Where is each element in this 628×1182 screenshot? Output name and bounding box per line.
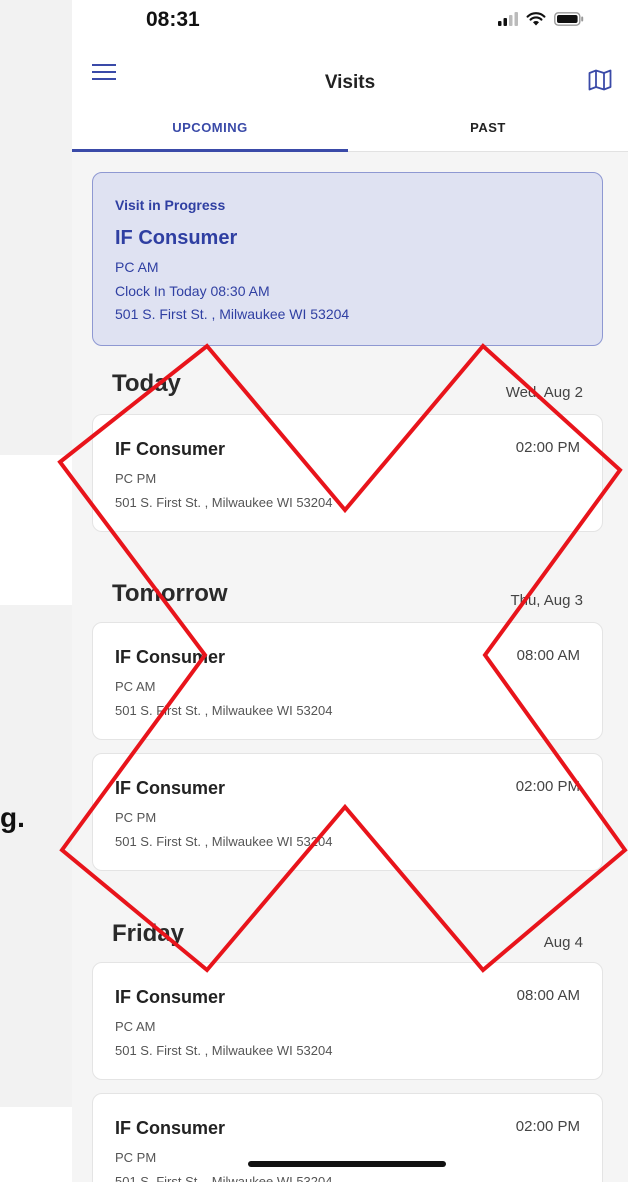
background-panel <box>0 0 72 455</box>
status-icons <box>498 12 584 26</box>
background-panel <box>0 605 72 1107</box>
section-heading-today: Today <box>112 370 181 397</box>
visit-client: IF Consumer <box>115 647 226 667</box>
section-date-tomorrow: Thu, Aug 3 <box>510 592 583 609</box>
active-tab-indicator <box>72 149 348 152</box>
section-date-today: Wed, Aug 2 <box>505 384 583 401</box>
visit-address: 501 S. First St. , Milwaukee WI 53204 <box>115 834 333 849</box>
background-document: g. <box>0 0 72 1182</box>
visit-client: IF Consumer <box>115 987 226 1007</box>
status-time: 08:31 <box>146 8 200 31</box>
home-indicator[interactable] <box>248 1161 446 1167</box>
visit-service: PC PM <box>115 471 157 486</box>
in-progress-service: PC AM <box>115 259 159 275</box>
phone-screen: 08:31 Visits UPCOMING PAST Visit in Prog… <box>72 0 628 1182</box>
in-progress-address: 501 S. First St. , Milwaukee WI 53204 <box>115 306 350 322</box>
visit-card[interactable]: IF Consumer 02:00 PM PC PM 501 S. First … <box>92 753 603 871</box>
status-bar: 08:31 <box>72 0 628 44</box>
visit-card[interactable]: IF Consumer 02:00 PM PC PM 501 S. First … <box>92 1093 603 1182</box>
tab-upcoming[interactable]: UPCOMING <box>72 120 348 135</box>
visit-service: PC AM <box>115 1019 156 1034</box>
visit-address: 501 S. First St. , Milwaukee WI 53204 <box>115 495 333 510</box>
in-progress-clock-in: Clock In Today 08:30 AM <box>115 283 270 299</box>
map-icon[interactable] <box>588 69 612 91</box>
background-panel <box>0 455 72 605</box>
section-date-friday: Aug 4 <box>543 934 583 951</box>
battery-icon <box>554 12 584 26</box>
visit-client: IF Consumer <box>115 439 226 459</box>
page-title: Visits <box>324 72 376 93</box>
visit-time: 02:00 PM <box>515 1118 580 1135</box>
visit-address: 501 S. First St. , Milwaukee WI 53204 <box>115 1174 333 1182</box>
visit-time: 02:00 PM <box>515 439 580 456</box>
visit-time: 08:00 AM <box>516 647 580 664</box>
tab-past[interactable]: PAST <box>348 120 628 135</box>
wifi-icon <box>526 12 546 26</box>
background-text-fragment: g. <box>0 802 25 833</box>
visit-card[interactable]: IF Consumer 08:00 AM PC AM 501 S. First … <box>92 622 603 740</box>
visit-card[interactable]: IF Consumer 08:00 AM PC AM 501 S. First … <box>92 962 603 1080</box>
in-progress-label: Visit in Progress <box>115 197 226 213</box>
in-progress-client: IF Consumer <box>115 227 238 249</box>
visit-client: IF Consumer <box>115 1118 226 1138</box>
app-bar: Visits <box>72 44 628 106</box>
visit-service: PC PM <box>115 810 157 825</box>
visit-client: IF Consumer <box>115 778 226 798</box>
visit-service: PC PM <box>115 1150 157 1165</box>
visit-address: 501 S. First St. , Milwaukee WI 53204 <box>115 1043 333 1058</box>
visit-service: PC AM <box>115 679 156 694</box>
visit-in-progress-card[interactable]: Visit in Progress IF Consumer PC AM Cloc… <box>92 172 603 346</box>
section-heading-tomorrow: Tomorrow <box>112 580 228 607</box>
section-heading-friday: Friday <box>112 920 185 947</box>
visits-tabs: UPCOMING PAST <box>72 106 628 152</box>
visit-address: 501 S. First St. , Milwaukee WI 53204 <box>115 703 333 718</box>
visit-card[interactable]: IF Consumer 02:00 PM PC PM 501 S. First … <box>92 414 603 532</box>
visit-time: 08:00 AM <box>516 987 580 1004</box>
signal-icon <box>498 12 518 26</box>
visit-time: 02:00 PM <box>515 778 580 795</box>
